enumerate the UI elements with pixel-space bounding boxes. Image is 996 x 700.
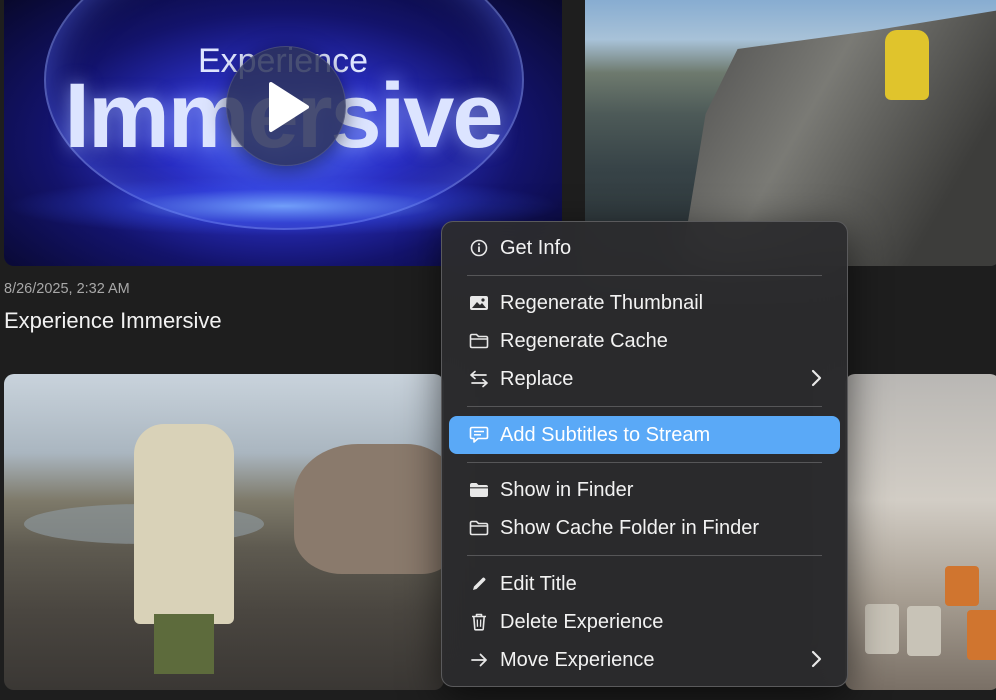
menu-separator <box>467 462 822 463</box>
item-title: Experience Immersive <box>4 308 222 333</box>
menu-item-show-in-finder[interactable]: Show in Finder <box>449 471 840 509</box>
menu-item-label: Add Subtitles to Stream <box>500 423 711 446</box>
folder-outline-icon <box>467 333 491 349</box>
menu-item-replace[interactable]: Replace <box>449 360 840 398</box>
menu-item-delete-experience[interactable]: Delete Experience <box>449 603 840 641</box>
ranger-legs <box>154 614 214 674</box>
play-icon <box>269 82 309 132</box>
photo-icon <box>467 295 491 311</box>
speech-bubble-icon <box>467 426 491 444</box>
elephant-figure <box>294 444 444 574</box>
chevron-right-icon <box>810 369 822 392</box>
chimney-pot <box>907 606 941 656</box>
pencil-icon <box>467 575 491 593</box>
menu-item-label: Move Experience <box>500 648 655 671</box>
menu-separator <box>467 275 822 276</box>
menu-item-label: Get Info <box>500 236 572 259</box>
trash-icon <box>467 613 491 631</box>
menu-separator <box>467 406 822 407</box>
item-date: 8/26/2025, 2:32 AM <box>4 281 130 297</box>
thumbnail-elephant[interactable] <box>4 374 444 690</box>
ranger-figure <box>134 424 234 624</box>
menu-item-label: Show in Finder <box>500 478 634 501</box>
menu-item-label: Replace <box>500 367 574 390</box>
menu-item-regenerate-thumbnail[interactable]: Regenerate Thumbnail <box>449 284 840 322</box>
menu-item-label: Delete Experience <box>500 610 664 633</box>
menu-item-label: Edit Title <box>500 572 577 595</box>
chimney-pot <box>865 604 899 654</box>
chimney-pot <box>967 610 996 660</box>
menu-item-label: Regenerate Thumbnail <box>500 291 704 314</box>
play-button[interactable] <box>226 46 346 166</box>
thumbnail-rooftop[interactable] <box>845 374 996 690</box>
context-menu: Get Info Regenerate Thumbnail Regenerate… <box>441 221 848 687</box>
menu-item-show-cache-folder[interactable]: Show Cache Folder in Finder <box>449 509 840 547</box>
menu-item-label: Regenerate Cache <box>500 329 668 352</box>
arrow-right-icon <box>467 652 491 668</box>
menu-item-add-subtitles[interactable]: Add Subtitles to Stream <box>449 416 840 454</box>
menu-item-edit-title[interactable]: Edit Title <box>449 565 840 603</box>
menu-item-get-info[interactable]: Get Info <box>449 229 840 267</box>
folder-outline-icon <box>467 520 491 536</box>
folder-filled-icon <box>467 482 491 498</box>
chimney-pot <box>945 566 979 606</box>
menu-separator <box>467 555 822 556</box>
menu-item-regenerate-cache[interactable]: Regenerate Cache <box>449 322 840 360</box>
swap-arrows-icon <box>467 370 491 388</box>
menu-item-label: Show Cache Folder in Finder <box>500 516 760 539</box>
menu-item-move-experience[interactable]: Move Experience <box>449 641 840 679</box>
info-circle-icon <box>467 239 491 257</box>
chevron-right-icon <box>810 650 822 673</box>
climber-figure <box>885 30 929 100</box>
